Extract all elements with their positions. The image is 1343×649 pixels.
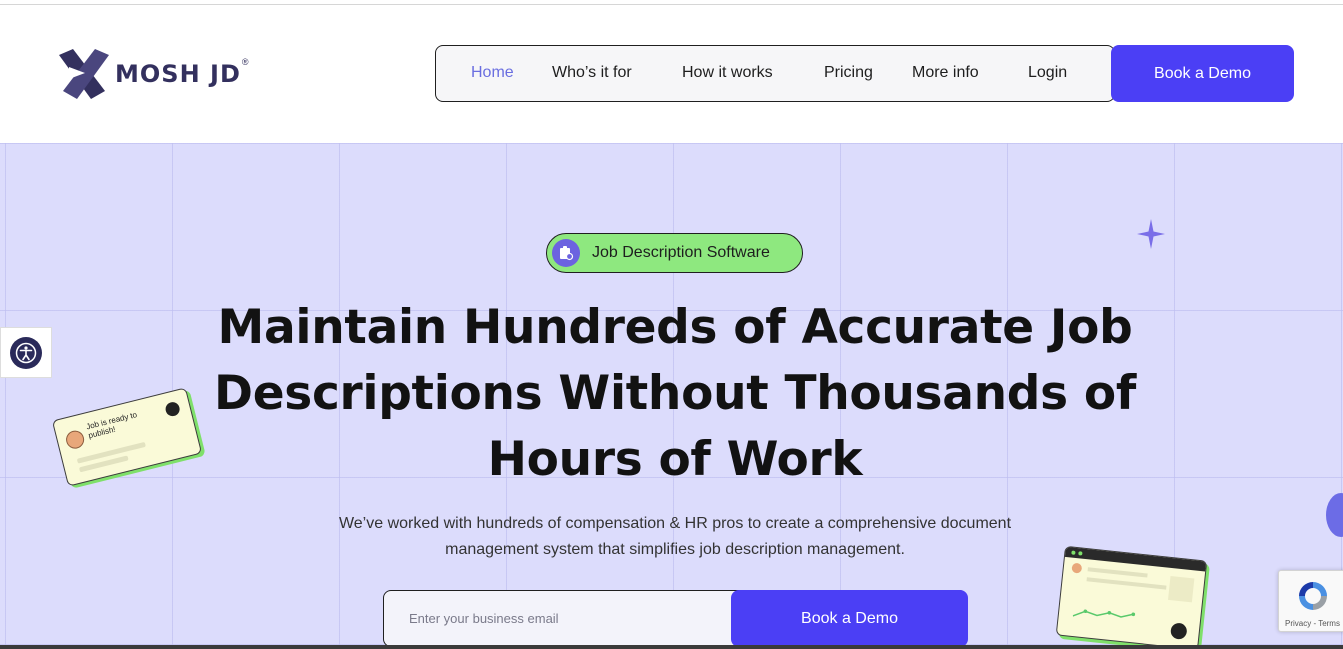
recaptcha-icon bbox=[1299, 582, 1327, 610]
analytics-window-card bbox=[1055, 545, 1208, 649]
subtext-line-1: We’ve worked with hundreds of compensati… bbox=[338, 515, 1012, 532]
badge-label: Job Description Software bbox=[592, 244, 770, 261]
placeholder-line bbox=[1087, 567, 1148, 578]
check-icon bbox=[1170, 622, 1188, 640]
gear-icon bbox=[1326, 493, 1343, 537]
headline-line-3: Hours of Work bbox=[487, 432, 863, 487]
bottom-edge bbox=[0, 645, 1343, 649]
nav-home[interactable]: Home bbox=[471, 64, 514, 82]
job-ready-card: Job is ready to publish! bbox=[51, 387, 203, 487]
nav-login[interactable]: Login bbox=[1028, 64, 1067, 82]
nav-how-it-works[interactable]: How it works bbox=[682, 64, 773, 82]
window-titlebar bbox=[1064, 546, 1207, 572]
document-settings-icon bbox=[552, 239, 580, 267]
hero-section: Job Description Software Maintain Hundre… bbox=[0, 143, 1343, 649]
recaptcha-links[interactable]: Privacy - Terms bbox=[1285, 619, 1340, 628]
registered-mark: ® bbox=[241, 57, 249, 67]
job-ready-text: Job is ready to publish! bbox=[85, 410, 138, 441]
accessibility-icon bbox=[10, 336, 42, 369]
badge-icon bbox=[164, 400, 182, 418]
avatar bbox=[1071, 562, 1083, 574]
sparkle-icon bbox=[1137, 219, 1165, 249]
avatar bbox=[64, 428, 87, 451]
window-dot bbox=[1078, 551, 1083, 556]
email-signup-form: Book a Demo bbox=[383, 590, 968, 647]
main-nav: Home Who’s it for How it works Pricing M… bbox=[435, 45, 1115, 102]
subtext-line-2: management system that simplifies job de… bbox=[445, 541, 905, 558]
nav-pricing[interactable]: Pricing bbox=[824, 64, 873, 82]
accessibility-button[interactable] bbox=[0, 327, 52, 378]
window-dot bbox=[1071, 550, 1076, 555]
trend-line-icon bbox=[1072, 609, 1136, 618]
brand-name: MOSH JD bbox=[115, 60, 241, 88]
hero-headline: Maintain Hundreds of Accurate Job Descri… bbox=[200, 295, 1150, 493]
headline-line-2: Descriptions Without Thousands of bbox=[213, 366, 1137, 421]
headline-line-1: Maintain Hundreds of Accurate Job bbox=[217, 300, 1133, 355]
business-email-input[interactable] bbox=[384, 591, 730, 646]
nav-more-info[interactable]: More info bbox=[912, 64, 979, 82]
placeholder-box bbox=[1168, 575, 1195, 603]
recaptcha-badge[interactable]: Privacy - Terms bbox=[1278, 570, 1343, 632]
hero-book-demo-button[interactable]: Book a Demo bbox=[731, 590, 968, 647]
placeholder-line bbox=[1086, 577, 1167, 590]
product-badge: Job Description Software bbox=[546, 233, 803, 273]
brand-logo[interactable]: MOSH JD ® bbox=[55, 45, 249, 103]
site-header: MOSH JD ® Home Who’s it for How it works… bbox=[0, 5, 1343, 143]
hero-subtext: We’ve worked with hundreds of compensati… bbox=[290, 511, 1060, 563]
header-book-demo-button[interactable]: Book a Demo bbox=[1111, 45, 1294, 102]
nav-whos-it-for[interactable]: Who’s it for bbox=[552, 64, 632, 82]
mosh-x-logo-icon bbox=[59, 49, 109, 99]
